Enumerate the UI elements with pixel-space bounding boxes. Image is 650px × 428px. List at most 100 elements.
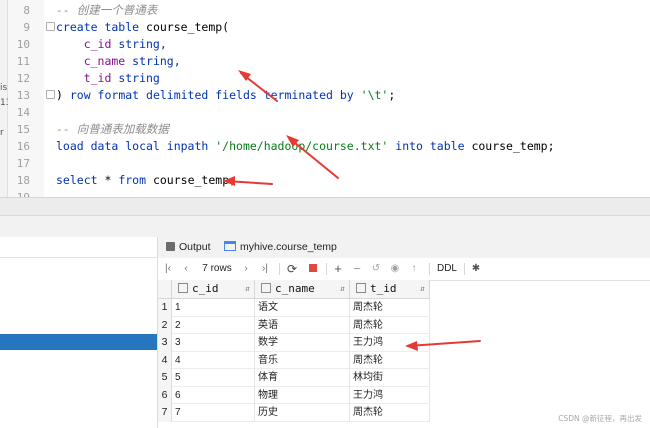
line-number: 13: [16, 89, 30, 102]
code-line[interactable]: 18 select * from course_temp;: [0, 172, 650, 189]
ddl-button[interactable]: DDL: [434, 258, 460, 280]
tab-output[interactable]: Output: [166, 237, 226, 258]
first-page-icon[interactable]: |‹: [162, 258, 174, 280]
stop-icon[interactable]: [307, 258, 319, 280]
next-page-icon[interactable]: ›: [240, 258, 252, 280]
code-line[interactable]: 14: [0, 104, 650, 121]
sql-editor[interactable]: is 13 r 8 -- 创建一个普通表 9 create table course_…: [0, 0, 650, 197]
fold-open-icon[interactable]: [46, 22, 55, 31]
code-line[interactable]: 13) row format delimited fields terminat…: [0, 87, 650, 104]
code-line[interactable]: 8 -- 创建一个普通表: [0, 2, 650, 19]
code-line[interactable]: 9 create table course_temp(: [0, 19, 650, 36]
line-number: 15: [16, 123, 30, 136]
code-line[interactable]: 19: [0, 189, 650, 197]
table-cell[interactable]: 周杰轮: [350, 316, 430, 334]
code-line[interactable]: 12 t_id string: [0, 70, 650, 87]
code-token: course_temp;: [152, 173, 237, 187]
code-token: course_temp;: [471, 139, 555, 153]
row-number: 2: [158, 316, 172, 334]
line-number: 11: [16, 55, 30, 68]
code-line[interactable]: 17: [0, 155, 650, 172]
column-header-c-id[interactable]: c_id ⇵: [172, 280, 255, 298]
table-cell[interactable]: 4: [172, 351, 255, 369]
table-cell[interactable]: 王力鸿: [350, 386, 430, 404]
table-cell[interactable]: 周杰轮: [350, 404, 430, 422]
tab-course-temp[interactable]: myhive.course_temp ×: [224, 237, 338, 274]
results-toolbar: |‹ ‹ 7 rows ⌄ › ›| ⟳ + − ↺ ◉ ↑ DDL ✱: [158, 258, 650, 296]
line-number: 19: [8, 189, 30, 197]
services-tree-panel[interactable]: [0, 237, 158, 428]
table-cell[interactable]: 数学: [255, 334, 350, 352]
table-cell[interactable]: 语文: [255, 299, 350, 317]
table-row[interactable]: 5 5 体育 林均街: [158, 369, 430, 387]
table-cell[interactable]: 周杰轮: [350, 299, 430, 317]
line-number: 18: [16, 174, 30, 187]
panel-divider: [0, 257, 157, 258]
tab-output-label: Output: [179, 241, 211, 253]
table-cell[interactable]: 王力鸿: [350, 334, 430, 352]
delete-row-icon[interactable]: −: [350, 258, 364, 280]
last-page-icon[interactable]: ›|: [258, 258, 272, 280]
code-token: row format delimited fields terminated b…: [69, 88, 361, 102]
table-row[interactable]: 7 7 历史 周杰轮: [158, 404, 430, 422]
code-line[interactable]: 16 load data local inpath '/home/hadoop/c…: [0, 138, 650, 155]
column-header-c-name[interactable]: c_name ⇵: [255, 280, 350, 298]
table-row[interactable]: 2 2 英语 周杰轮: [158, 316, 430, 334]
table-cell[interactable]: 7: [172, 404, 255, 422]
table-row[interactable]: 4 4 音乐 周杰轮: [158, 351, 430, 369]
sort-icon[interactable]: ⇵: [420, 280, 425, 298]
code-token: course_temp(: [146, 20, 230, 34]
code-text: select * from course_temp;: [56, 172, 236, 189]
tab-course-temp-label: myhive.course_temp: [240, 241, 337, 253]
grid-header: c_id ⇵ c_name ⇵ t_id ⇵: [158, 280, 430, 299]
table-cell[interactable]: 体育: [255, 369, 350, 387]
column-header-label: c_id: [192, 282, 219, 295]
revert-icon[interactable]: ↺: [369, 258, 383, 280]
table-row[interactable]: 1 1 语文 周杰轮: [158, 299, 430, 317]
table-cell[interactable]: 周杰轮: [350, 351, 430, 369]
code-token: load data local inpath: [56, 139, 216, 153]
row-number: 5: [158, 369, 172, 387]
table-cell[interactable]: 3: [172, 334, 255, 352]
refresh-icon[interactable]: ⟳: [285, 258, 299, 280]
code-token: -- 向普通表加载数据: [56, 122, 169, 136]
output-icon: [166, 242, 175, 251]
table-cell[interactable]: 物理: [255, 386, 350, 404]
rows-count-select[interactable]: 7 rows ⌄: [198, 258, 236, 296]
selected-tree-item[interactable]: [0, 334, 157, 350]
submit-icon[interactable]: ↑: [407, 258, 421, 280]
code-token: select: [56, 173, 105, 187]
prev-page-icon[interactable]: ‹: [180, 258, 192, 280]
code-line[interactable]: 15 -- 向普通表加载数据: [0, 121, 650, 138]
table-cell[interactable]: 2: [172, 316, 255, 334]
column-icon: [178, 283, 188, 293]
code-text: create table course_temp(: [56, 19, 229, 36]
table-cell[interactable]: 5: [172, 369, 255, 387]
table-cell[interactable]: 6: [172, 386, 255, 404]
code-line[interactable]: 11 c_name string,: [0, 53, 650, 70]
code-token: into table: [388, 139, 472, 153]
add-row-icon[interactable]: +: [331, 258, 345, 280]
table-row[interactable]: 6 6 物理 王力鸿: [158, 386, 430, 404]
code-line[interactable]: 10 c_id string,: [0, 36, 650, 53]
row-number: 1: [158, 299, 172, 317]
corner-cell: [158, 280, 172, 298]
table-row[interactable]: 3 3 数学 王力鸿: [158, 334, 430, 352]
table-cell[interactable]: 英语: [255, 316, 350, 334]
table-cell[interactable]: 林均街: [350, 369, 430, 387]
fold-close-icon[interactable]: [46, 90, 55, 99]
code-token: '/home/hadoop/course.txt': [215, 139, 389, 153]
column-icon: [261, 283, 271, 293]
sort-icon[interactable]: ⇵: [245, 280, 250, 298]
edit-icon[interactable]: ◉: [388, 258, 402, 280]
sort-icon[interactable]: ⇵: [340, 280, 345, 298]
row-number: 6: [158, 386, 172, 404]
pin-icon[interactable]: ✱: [469, 258, 483, 280]
table-cell[interactable]: 1: [172, 299, 255, 317]
code-token: ): [56, 88, 70, 102]
toolbar-divider: [326, 263, 327, 275]
watermark: CSDN @新征程，再出发: [558, 414, 642, 423]
column-header-t-id[interactable]: t_id ⇵: [350, 280, 430, 298]
table-cell[interactable]: 音乐: [255, 351, 350, 369]
table-cell[interactable]: 历史: [255, 404, 350, 422]
